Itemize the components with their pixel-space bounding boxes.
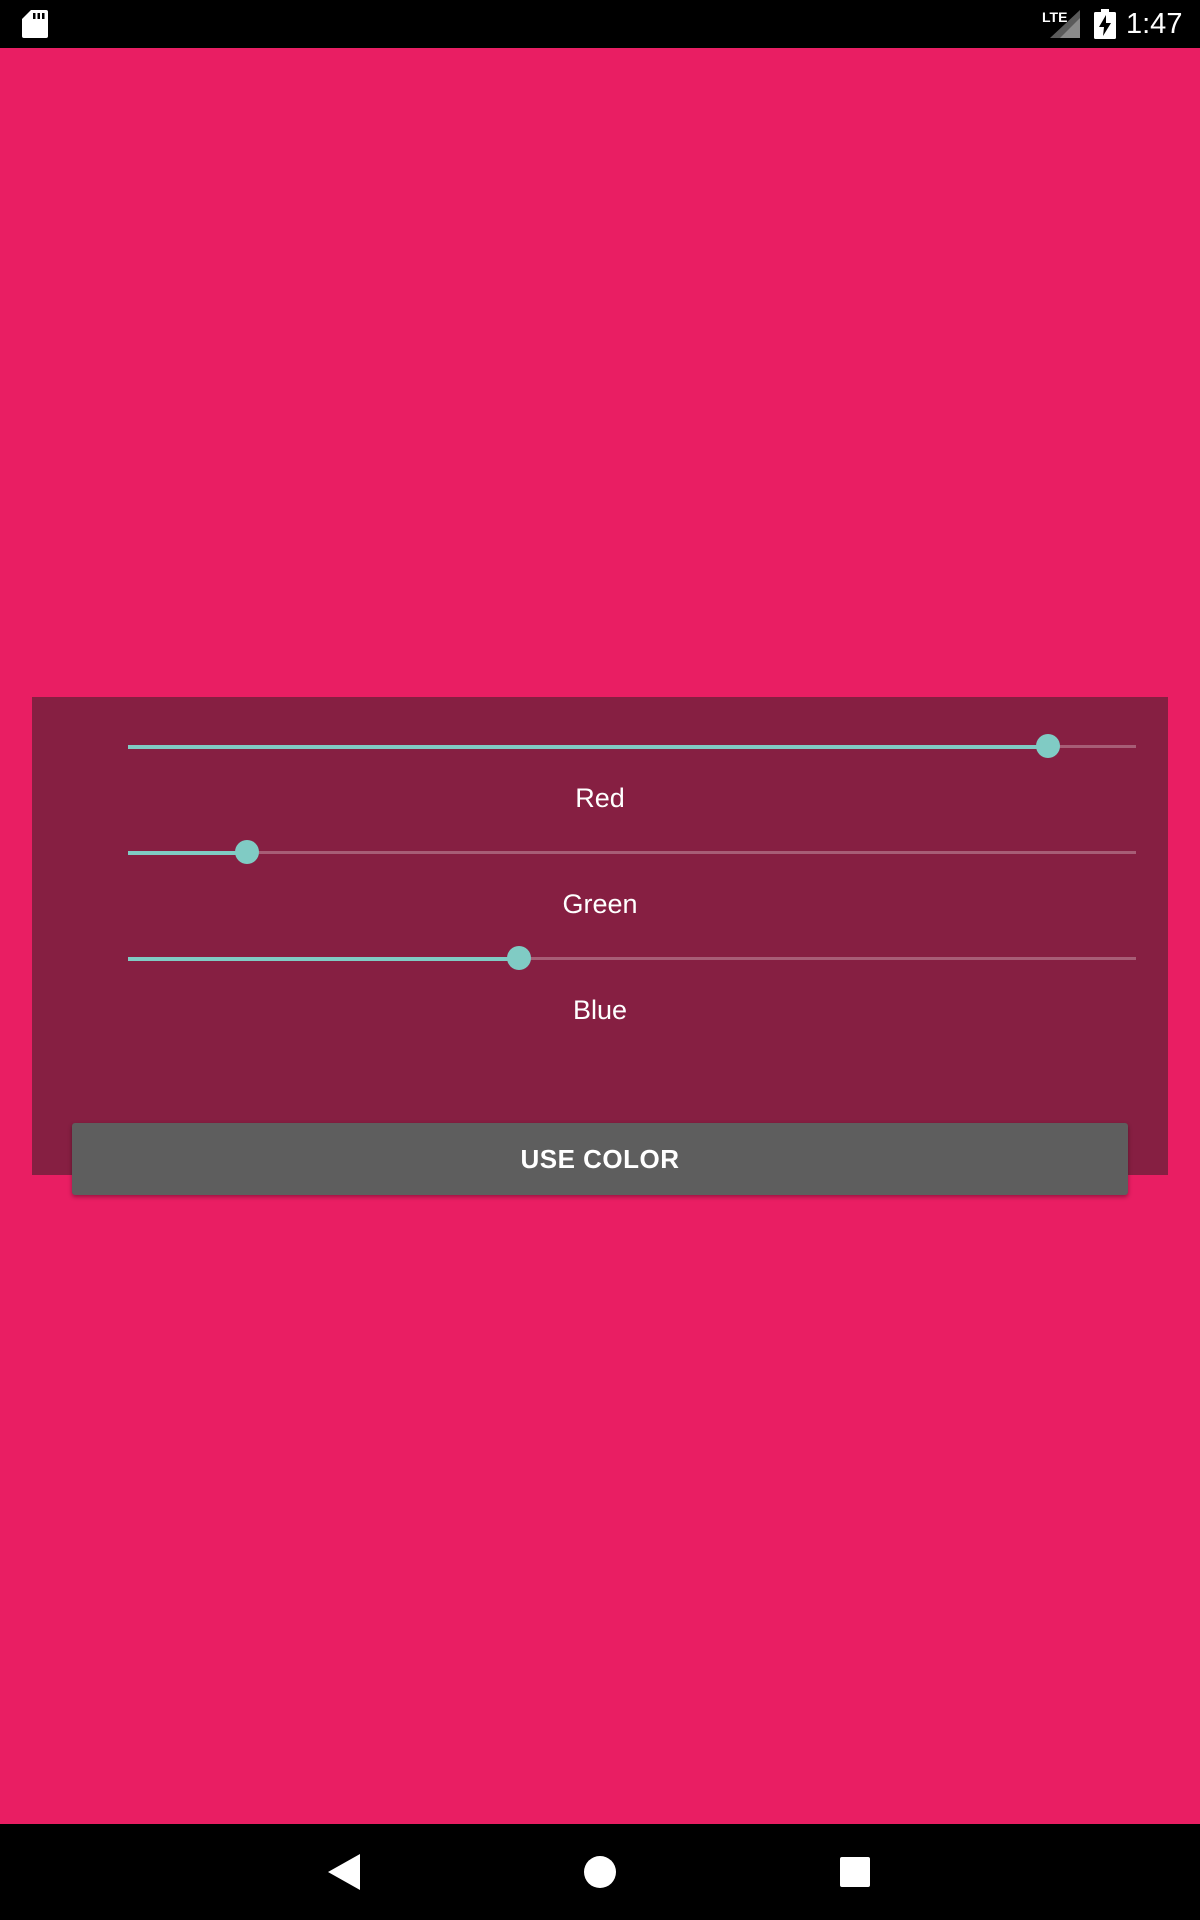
back-icon[interactable] xyxy=(328,1854,360,1890)
blue-slider-fill xyxy=(128,957,520,961)
blue-label: Blue xyxy=(572,995,628,1025)
color-preview-area: Red Green Blue USE COLOR xyxy=(0,48,1200,1824)
blue-slider-thumb[interactable] xyxy=(507,946,532,970)
red-label: Red xyxy=(575,783,625,813)
navigation-bar xyxy=(0,1824,1200,1920)
blue-slider[interactable] xyxy=(128,938,1136,978)
color-picker-panel: Red Green Blue USE COLOR xyxy=(32,697,1168,1195)
red-slider-fill xyxy=(128,745,1049,749)
green-slider-fill xyxy=(128,851,247,855)
green-slider-thumb[interactable] xyxy=(234,840,259,864)
use-color-button[interactable]: USE COLOR xyxy=(72,1123,1128,1195)
home-icon[interactable] xyxy=(584,1856,616,1888)
green-slider-track xyxy=(128,851,1136,854)
red-slider[interactable] xyxy=(128,726,1136,766)
status-bar: LTE 1:47 xyxy=(0,0,1200,48)
green-label: Green xyxy=(562,889,638,919)
status-clock: 1:47 xyxy=(1126,8,1183,40)
recents-icon[interactable] xyxy=(840,1857,870,1887)
signal-icon xyxy=(1050,10,1080,38)
sd-card-icon xyxy=(22,10,48,38)
battery-charging-icon xyxy=(1094,9,1116,39)
red-slider-thumb[interactable] xyxy=(1036,734,1061,758)
green-slider[interactable] xyxy=(128,832,1136,872)
